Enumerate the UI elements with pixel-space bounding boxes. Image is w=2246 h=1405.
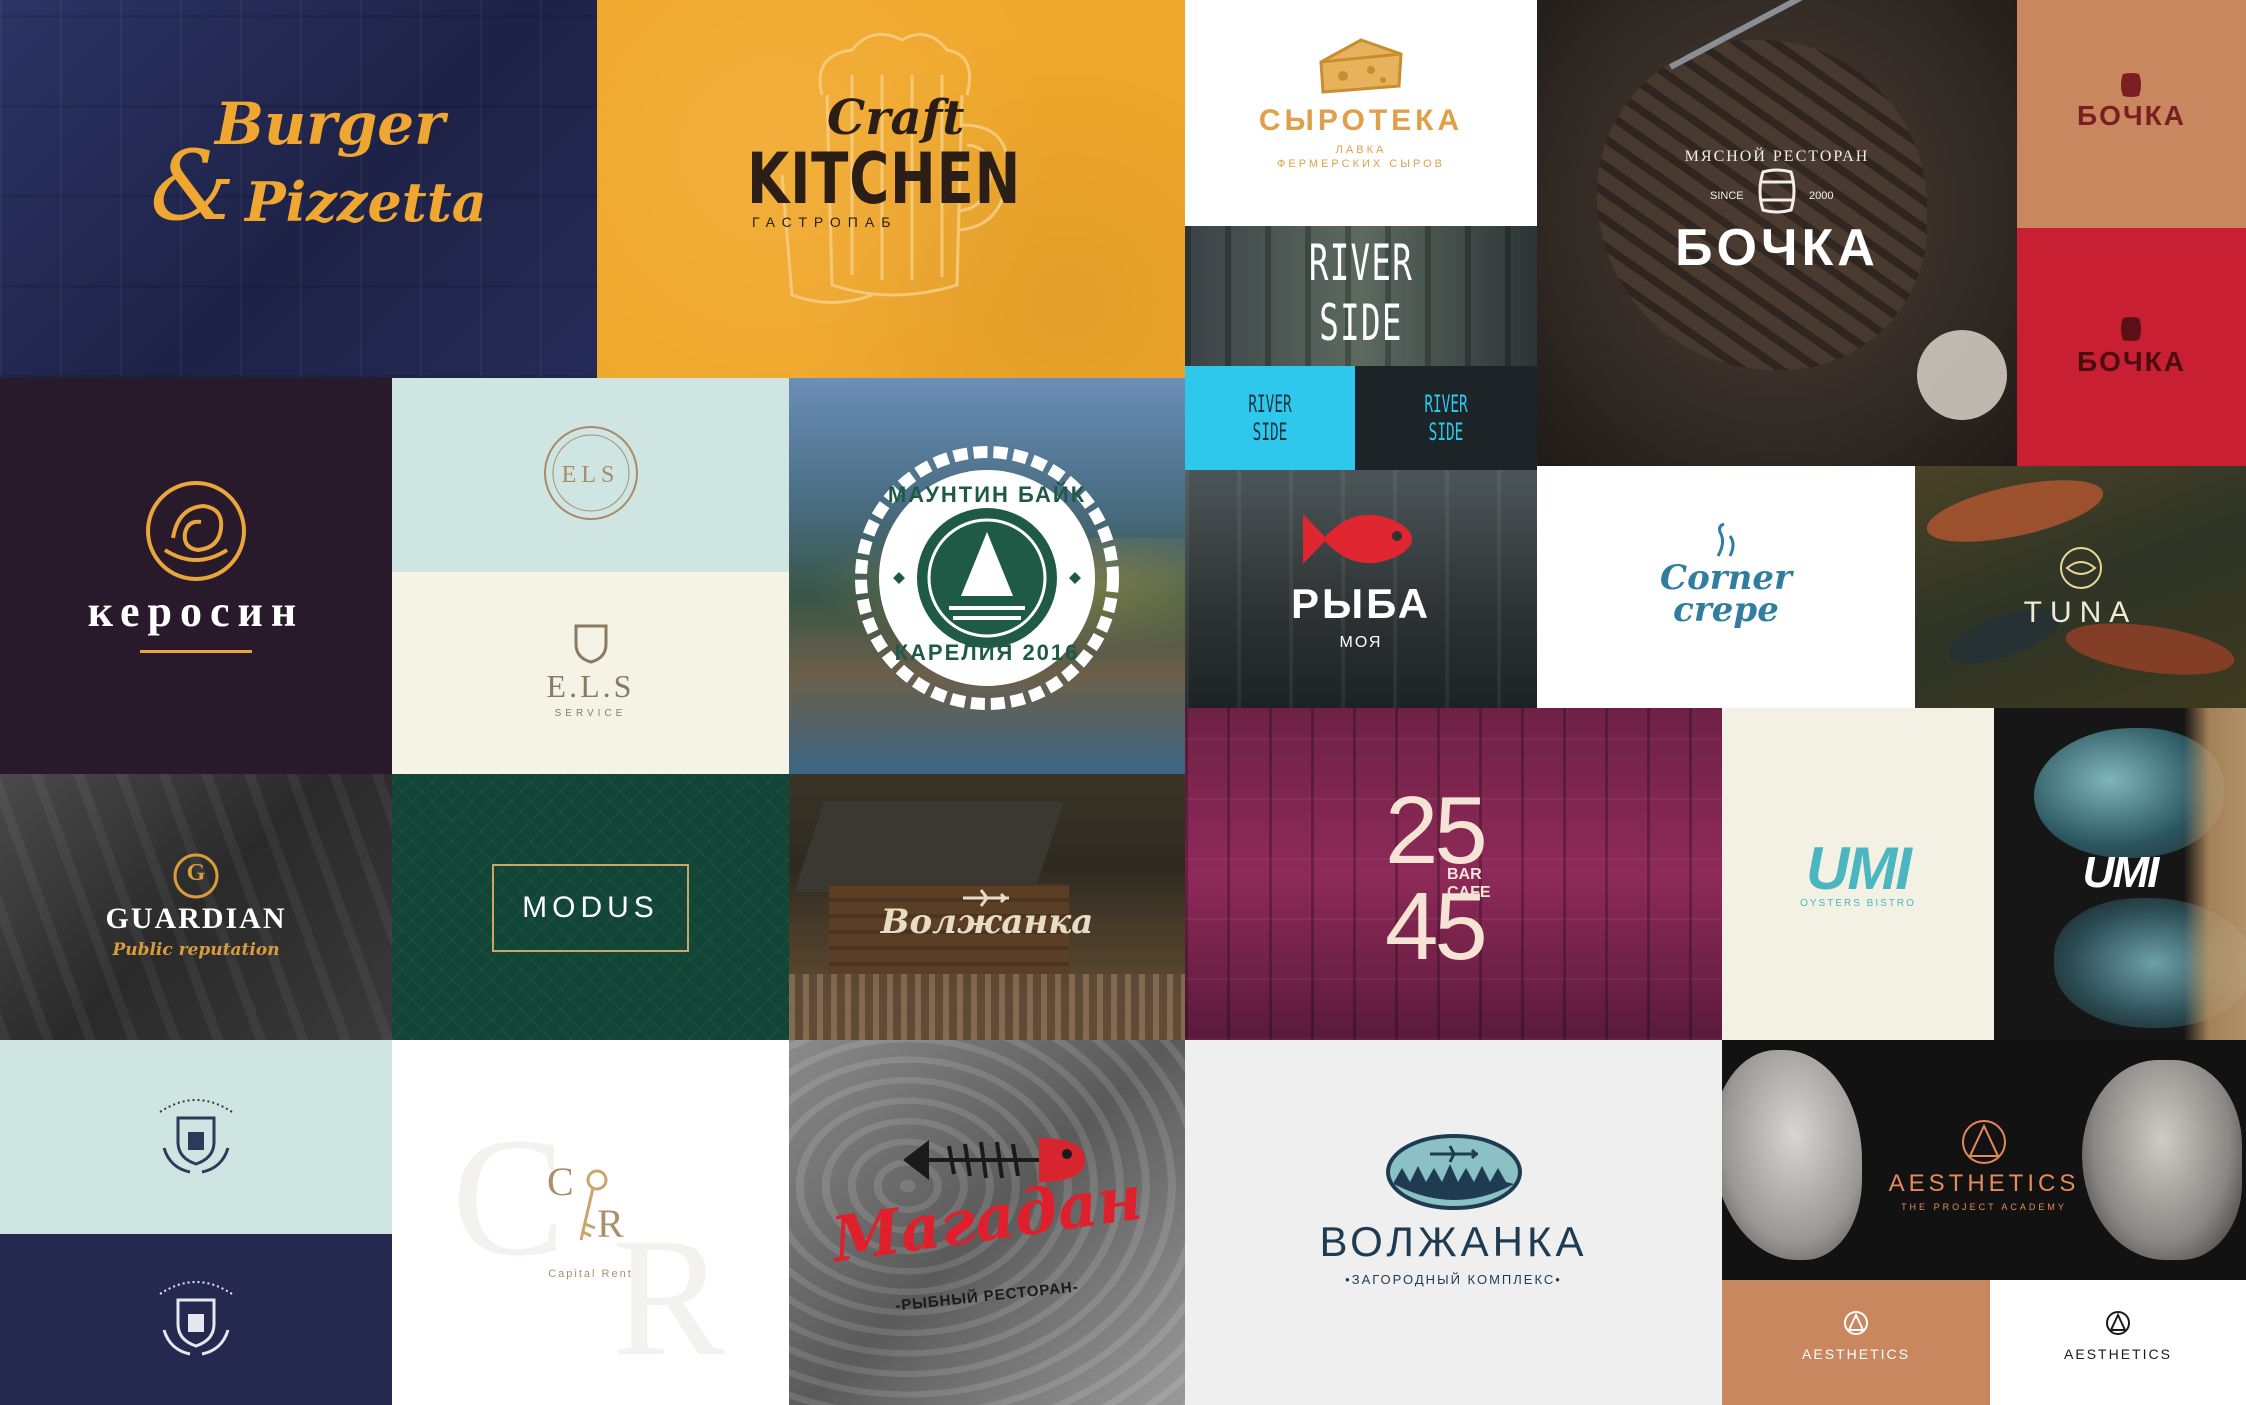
crest-icon	[159, 1099, 233, 1174]
key-icon	[579, 1169, 608, 1241]
craft-kitchen-logo: Craft KITCHEN ГАСТРОПАБ	[747, 90, 1037, 240]
tile-river-side: RIVER SIDE	[1185, 226, 1537, 366]
aesthetics-label: AESTHETICS	[1888, 1170, 2080, 1197]
aesthetics-emblem-icon	[1962, 1120, 2006, 1164]
tile-ryba: РЫБА МОЯ	[1185, 470, 1537, 708]
syroteka-label: СЫРОТЕКА	[1258, 104, 1464, 137]
tile-river-side-dark: RIVER SIDE	[1355, 366, 1537, 470]
tile-volzhanka: ВОЛЖАНКА •ЗАГОРОДНЫЙ КОМПЛЕКС•	[1185, 1040, 1722, 1405]
syroteka-line1: ЛАВКА	[1335, 144, 1387, 156]
tile-syroteka: СЫРОТЕКА ЛАВКА ФЕРМЕРСКИХ СЫРОВ	[1185, 0, 1537, 226]
tile-crest-mint	[0, 1040, 392, 1234]
crepe-label: crepe	[1673, 590, 1779, 630]
tile-capital-rent: C R C R Capital Rent	[392, 1040, 789, 1405]
guardian-letter: G	[186, 860, 206, 886]
kerosin-label: керосин	[87, 587, 305, 636]
burger-pizzetta-logo: Burger & Pizzetta	[150, 90, 487, 250]
side-dark-label: SIDE	[1428, 418, 1464, 446]
els-label: ELS	[561, 462, 620, 488]
tuna-fish-icon	[2060, 547, 2102, 589]
cafe-label: CAFE	[1447, 884, 1491, 901]
capital-rent-label: Capital Rent	[548, 1268, 633, 1280]
tile-tuna: TUNA	[1915, 466, 2246, 708]
tile-river-side-cyan: RIVER SIDE	[1185, 366, 1355, 470]
aesthetics-emblem-icon	[2106, 1311, 2130, 1335]
tuna-label: TUNA	[2023, 596, 2138, 629]
modus-label: MODUS	[492, 864, 689, 952]
cheese-icon	[1319, 38, 1403, 94]
tile-bochka: МЯСНОЙ РЕСТОРАН SINCE 2000 БОЧКА	[1537, 0, 2017, 466]
side-cyan-label: SIDE	[1252, 418, 1288, 446]
crepe-steam-icon	[1716, 522, 1735, 557]
tile-bochka-tan: БОЧКА	[2017, 0, 2246, 228]
side-label: SIDE	[1319, 294, 1403, 352]
umi-sub-label: OYSTERS BISTRO	[1800, 898, 1916, 909]
barrel-small-icon	[2121, 73, 2141, 97]
bochka-year: 2000	[1809, 190, 1834, 202]
aesthetics-white-label: AESTHETICS	[2064, 1346, 2172, 1362]
tile-modus: MODUS	[392, 774, 789, 1040]
bochka-arc-label: МЯСНОЙ РЕСТОРАН	[1684, 148, 1870, 165]
tile-corner-crepe: Corner crepe	[1537, 466, 1915, 708]
volzhanka-emblem-icon	[1386, 1134, 1522, 1210]
mountain-bike-top-label: МАУНТИН БАЙК	[887, 482, 1087, 507]
barrel-small-icon	[2121, 317, 2141, 341]
tile-aesthetics-dark: AESTHETICS THE PROJECT ACADEMY	[1722, 1040, 2246, 1280]
kerosin-emblem-icon	[146, 481, 246, 581]
tile-magadan: Магадан -РЫБНЫЙ РЕСТОРАН-	[789, 1040, 1185, 1405]
tile-umi-dark: UMI	[1994, 708, 2246, 1040]
bochka-since: SINCE	[1710, 190, 1744, 202]
tile-aesthetics-tan: AESTHETICS	[1722, 1280, 1990, 1405]
fish-icon	[1303, 514, 1412, 564]
umi-dark-label: UMI	[2082, 848, 2160, 897]
guardian-sub-label: Public reputation	[112, 940, 280, 960]
tile-bar25: 25 45 BAR CAFE	[1185, 708, 1722, 1040]
river-cyan-label: RIVER	[1248, 390, 1292, 418]
bochka-tan-label: БОЧКА	[2077, 100, 2186, 131]
tile-volzhanka-cabin: Волжанка	[789, 774, 1185, 1040]
bar-label: BAR	[1447, 866, 1482, 883]
tile-burger-pizzetta: Burger & Pizzetta	[0, 0, 597, 378]
tile-kerosin: керосин	[0, 378, 392, 774]
volzhanka-label: ВОЛЖАНКА	[1319, 1218, 1588, 1265]
tile-crest-navy	[0, 1234, 392, 1405]
barrel-icon	[1758, 168, 1796, 214]
aesthetics-tan-label: AESTHETICS	[1802, 1346, 1910, 1362]
bochka-label: БОЧКА	[1675, 219, 1879, 277]
tile-guardian: G GUARDIAN Public reputation	[0, 774, 392, 1040]
aesthetics-emblem-icon	[1844, 1311, 1868, 1335]
aesthetics-sub-label: THE PROJECT ACADEMY	[1901, 1202, 2067, 1212]
ryba-sub-label: МОЯ	[1339, 634, 1383, 651]
mountain-bike-bottom-label: КАРЕЛИЯ 2016	[894, 640, 1080, 665]
els-label-2: E.L.S	[546, 668, 635, 704]
river-label: RIVER	[1308, 234, 1414, 292]
syroteka-line2: ФЕРМЕРСКИХ СЫРОВ	[1277, 158, 1445, 170]
tile-els-cream: E.L.S SERVICE	[392, 572, 789, 774]
bar25-logo: 25 45 BAR CAFE	[1385, 777, 1535, 980]
ryba-label: РЫБА	[1290, 580, 1432, 627]
pizzetta-label: Pizzetta	[245, 170, 487, 234]
river-dark-label: RIVER	[1424, 390, 1468, 418]
crest-icon	[159, 1281, 233, 1356]
guardian-label: GUARDIAN	[105, 902, 287, 935]
tile-bochka-red: БОЧКА	[2017, 228, 2246, 466]
burger-label: Burger	[215, 90, 445, 158]
els-crest-icon	[574, 624, 608, 664]
tile-aesthetics-white: AESTHETICS	[1990, 1280, 2246, 1405]
els-service-label: SERVICE	[554, 708, 627, 719]
volzhanka-sub-label: •ЗАГОРОДНЫЙ КОМПЛЕКС•	[1345, 1272, 1562, 1287]
tile-umi-cream: UMI OYSTERS BISTRO	[1722, 708, 1994, 1040]
volzhanka-cabin-label: Волжанка	[880, 902, 1094, 942]
tile-mountain-bike: МАУНТИН БАЙК КАРЕЛИЯ 2016	[789, 378, 1185, 774]
kerosin-underline	[140, 650, 252, 653]
umi-label: UMI	[1806, 835, 1912, 902]
tile-craft-kitchen: Craft KITCHEN ГАСТРОПАБ	[597, 0, 1185, 378]
kitchen-label: KITCHEN	[747, 138, 1022, 220]
amp-label: &	[150, 130, 236, 242]
bochka-red-label: БОЧКА	[2077, 346, 2186, 377]
tile-els-mint: ELS	[392, 378, 789, 572]
gastropab-label: ГАСТРОПАБ	[752, 214, 898, 230]
